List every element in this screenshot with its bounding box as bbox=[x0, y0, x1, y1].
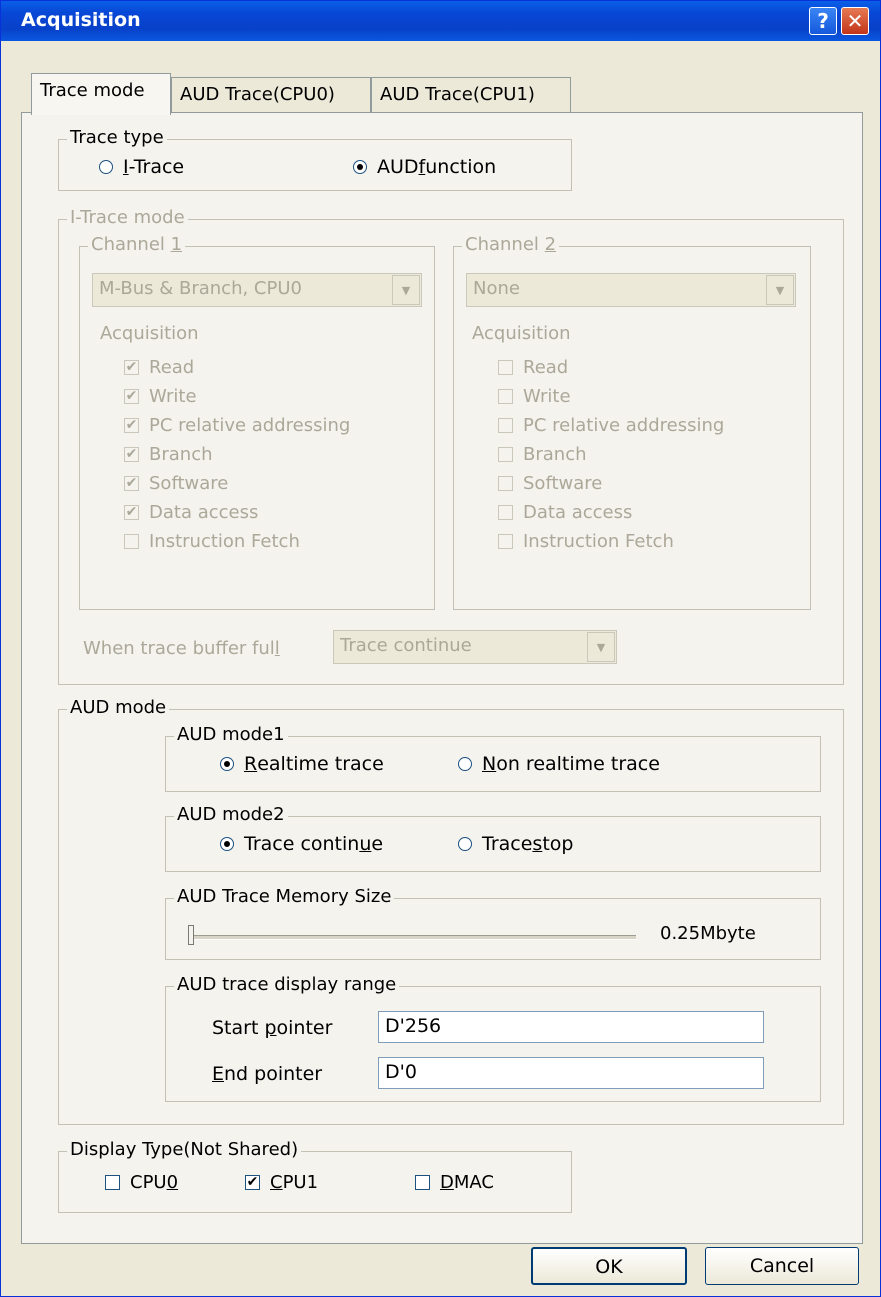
channel1-dropdown[interactable]: M-Bus & Branch, CPU0 ▼ bbox=[92, 273, 422, 307]
radio-indicator-selected[interactable] bbox=[220, 757, 234, 771]
ch1-read-checkbox[interactable]: ✔ Read bbox=[124, 357, 194, 378]
checkmark-icon[interactable]: ✔ bbox=[124, 447, 139, 462]
aud-mode1-legend: AUD mode1 bbox=[174, 724, 288, 745]
ch1-software-checkbox[interactable]: ✔ Software bbox=[124, 473, 228, 494]
display-type-legend: Display Type(Not Shared) bbox=[67, 1139, 302, 1160]
tab-trace-mode[interactable]: Trace mode bbox=[31, 73, 171, 115]
channel1-acquisition-label: Acquisition bbox=[100, 323, 199, 344]
checkmark-icon[interactable]: ✔ bbox=[245, 1175, 260, 1190]
trace-stop-radio[interactable]: Trace s top bbox=[458, 833, 573, 855]
checkmark-icon[interactable]: ✔ bbox=[124, 505, 139, 520]
checkmark-icon[interactable]: ✔ bbox=[124, 360, 139, 375]
non-realtime-trace-radio[interactable]: Non realtime trace bbox=[458, 753, 660, 775]
radio-indicator[interactable] bbox=[458, 757, 472, 771]
memory-size-legend: AUD Trace Memory Size bbox=[174, 886, 395, 907]
ch2-read-checkbox[interactable]: Read bbox=[498, 357, 568, 378]
memory-size-slider-thumb[interactable] bbox=[188, 925, 194, 945]
memory-size-group: AUD Trace Memory Size 0.25Mbyte bbox=[165, 886, 821, 960]
itrace-mode-legend: I-Trace mode bbox=[67, 207, 188, 228]
realtime-trace-radio[interactable]: Realtime trace bbox=[220, 753, 384, 775]
cpu0-checkbox[interactable]: CPU 0 bbox=[105, 1172, 178, 1193]
tab-aud-trace-cpu0[interactable]: AUD Trace(CPU0) bbox=[171, 77, 371, 113]
radio-indicator-selected[interactable] bbox=[220, 837, 234, 851]
display-range-group: AUD trace display range Start pointer D'… bbox=[165, 974, 821, 1102]
window-title: Acquisition bbox=[21, 9, 141, 31]
ch1-branch-checkbox[interactable]: ✔ Branch bbox=[124, 444, 213, 465]
start-pointer-input[interactable]: D'256 bbox=[378, 1011, 764, 1043]
cancel-button[interactable]: Cancel bbox=[705, 1247, 859, 1285]
radio-indicator[interactable] bbox=[458, 837, 472, 851]
aud-function-radio[interactable]: AUD f unction bbox=[353, 156, 496, 178]
close-icon[interactable]: ✕ bbox=[841, 7, 869, 35]
aud-mode2-legend: AUD mode2 bbox=[174, 804, 288, 825]
checkmark-icon[interactable]: ✔ bbox=[124, 476, 139, 491]
ok-button[interactable]: OK bbox=[531, 1247, 687, 1285]
buffer-full-dropdown[interactable]: Trace continue ▼ bbox=[333, 630, 617, 664]
ch2-instruction-fetch-checkbox[interactable]: Instruction Fetch bbox=[498, 531, 674, 552]
channel2-acquisition-label: Acquisition bbox=[472, 323, 571, 344]
ch2-pc-relative-checkbox[interactable]: PC relative addressing bbox=[498, 415, 724, 436]
channel1-group: Channel 1 M-Bus & Branch, CPU0 ▼ Acquisi… bbox=[79, 234, 435, 610]
ch1-data-access-checkbox[interactable]: ✔ Data access bbox=[124, 502, 258, 523]
chevron-down-icon[interactable]: ▼ bbox=[392, 275, 420, 305]
tab-aud-trace-cpu1[interactable]: AUD Trace(CPU1) bbox=[371, 77, 571, 113]
trace-type-legend: Trace type bbox=[67, 127, 167, 148]
memory-size-value: 0.25Mbyte bbox=[660, 923, 756, 944]
ch2-data-access-checkbox[interactable]: Data access bbox=[498, 502, 632, 523]
ch1-pc-relative-checkbox[interactable]: ✔ PC relative addressing bbox=[124, 415, 350, 436]
cpu1-checkbox[interactable]: ✔ C PU1 bbox=[245, 1172, 318, 1193]
ch1-instruction-fetch-checkbox[interactable]: Instruction Fetch bbox=[124, 531, 300, 552]
aud-mode-legend: AUD mode bbox=[67, 697, 170, 718]
ch2-software-checkbox[interactable]: Software bbox=[498, 473, 602, 494]
chevron-down-icon[interactable]: ▼ bbox=[766, 275, 794, 305]
i-trace-radio[interactable]: I -Trace bbox=[99, 156, 184, 178]
checkmark-icon[interactable]: ✔ bbox=[124, 418, 139, 433]
memory-size-slider-track[interactable] bbox=[190, 935, 636, 940]
dmac-checkbox[interactable]: D MAC bbox=[415, 1172, 494, 1193]
help-icon[interactable]: ? bbox=[809, 7, 837, 35]
channel2-legend: Channel 2 bbox=[462, 234, 560, 255]
trace-continue-radio[interactable]: Trace contin u e bbox=[220, 833, 383, 855]
radio-indicator[interactable] bbox=[99, 160, 113, 174]
end-pointer-label: End pointer bbox=[212, 1063, 323, 1085]
ch2-write-checkbox[interactable]: Write bbox=[498, 386, 571, 407]
trace-type-group: Trace type I -Trace AUD f unction bbox=[58, 127, 572, 191]
itrace-mode-group: I-Trace mode Channel 1 M-Bus & Branch, C… bbox=[58, 207, 844, 685]
channel2-group: Channel 2 None ▼ Acquisition Read Write … bbox=[453, 234, 811, 610]
trace-mode-panel: Trace type I -Trace AUD f unction I-Trace … bbox=[21, 112, 863, 1244]
channel1-legend: Channel 1 bbox=[88, 234, 186, 255]
channel2-dropdown[interactable]: None ▼ bbox=[466, 273, 796, 307]
end-pointer-input[interactable]: D'0 bbox=[378, 1057, 764, 1089]
aud-mode2-group: AUD mode2 Trace contin u e Trace s top bbox=[165, 804, 821, 872]
aud-mode1-group: AUD mode1 Realtime trace Non realtime tr… bbox=[165, 724, 821, 792]
ch2-branch-checkbox[interactable]: Branch bbox=[498, 444, 587, 465]
display-type-group: Display Type(Not Shared) CPU 0 ✔ C PU1 D MA… bbox=[58, 1139, 572, 1213]
start-pointer-label: Start pointer bbox=[212, 1017, 333, 1039]
title-bar[interactable]: Acquisition ? ✕ bbox=[1, 1, 880, 41]
dialog-window: Acquisition ? ✕ Trace mode AUD Trace(CPU… bbox=[0, 0, 881, 1297]
display-range-legend: AUD trace display range bbox=[174, 974, 400, 995]
radio-indicator-selected[interactable] bbox=[353, 160, 367, 174]
aud-mode-group: AUD mode AUD mode1 Realtime trace Non re… bbox=[58, 697, 844, 1125]
ch1-write-checkbox[interactable]: ✔ Write bbox=[124, 386, 197, 407]
chevron-down-icon[interactable]: ▼ bbox=[587, 632, 615, 662]
checkmark-icon[interactable]: ✔ bbox=[124, 389, 139, 404]
buffer-full-label: When trace buffer full bbox=[83, 638, 280, 659]
